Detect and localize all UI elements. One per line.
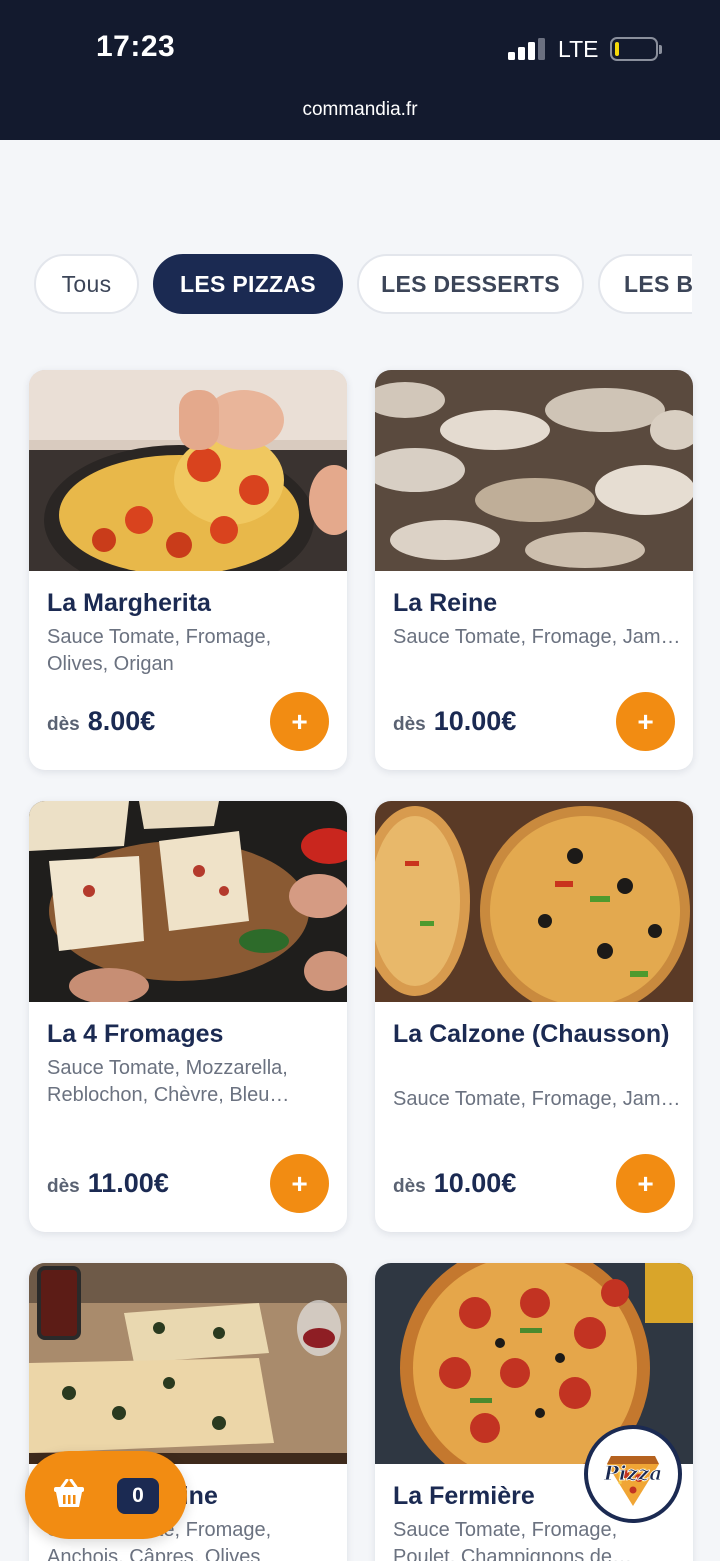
- product-name: La 4 Fromages: [47, 1020, 224, 1048]
- product-name: La Reine: [393, 589, 498, 617]
- product-price: dès 10.00€: [393, 706, 516, 737]
- product-price: dès 8.00€: [47, 706, 155, 737]
- add-to-cart-button[interactable]: +: [616, 692, 675, 751]
- signal-icon: [508, 38, 545, 60]
- add-to-cart-button[interactable]: +: [616, 1154, 675, 1213]
- add-to-cart-button[interactable]: +: [270, 1154, 329, 1213]
- cart-button[interactable]: 0: [25, 1451, 187, 1539]
- price-value: 8.00€: [87, 706, 156, 736]
- add-to-cart-button[interactable]: +: [270, 692, 329, 751]
- product-name: La Calzone (Chausson): [393, 1020, 670, 1048]
- price-prefix: dès: [47, 714, 80, 735]
- product-card[interactable]: La Margherita Sauce Tomate, Fromage, Oli…: [29, 370, 347, 770]
- tab-boissons[interactable]: LES B: [598, 254, 692, 314]
- price-prefix: dès: [47, 1176, 80, 1197]
- status-bar: 17:23 LTE commandia.fr: [0, 0, 720, 140]
- product-description: Sauce Tomate, Fromage, Poulet, Champigno…: [393, 1519, 633, 1561]
- price-prefix: dès: [393, 1176, 426, 1197]
- restaurant-logo[interactable]: Pizza: [584, 1425, 682, 1523]
- url-bar[interactable]: commandia.fr: [0, 99, 720, 121]
- price-value: 11.00€: [87, 1168, 169, 1198]
- product-image: [29, 370, 347, 571]
- product-card[interactable]: La Calzone (Chausson) Sauce Tomate, From…: [375, 801, 693, 1232]
- product-image: [375, 370, 693, 571]
- product-image: [375, 801, 693, 1002]
- product-price: dès 11.00€: [47, 1168, 169, 1199]
- product-card[interactable]: La 4 Fromages Sauce Tomate, Mozzarella, …: [29, 801, 347, 1232]
- cart-count-badge: 0: [117, 1478, 159, 1514]
- product-description: Sauce Tomate, Mozzarella, Reblochon, Chè…: [47, 1057, 290, 1106]
- product-image: [29, 801, 347, 1002]
- clock: 17:23: [96, 30, 176, 63]
- product-name: La Margherita: [47, 589, 211, 617]
- logo-text: Pizza: [603, 1461, 662, 1485]
- tab-pizzas[interactable]: LES PIZZAS: [153, 254, 343, 314]
- tab-all[interactable]: Tous: [34, 254, 139, 314]
- price-value: 10.00€: [433, 1168, 517, 1198]
- category-tabs: Tous LES PIZZAS LES DESSERTS LES B: [0, 254, 692, 316]
- network-label: LTE: [558, 36, 599, 62]
- product-description: Sauce Tomate, Fromage, Jambon, Champigno…: [393, 1088, 683, 1110]
- product-description: Sauce Tomate, Fromage, Olives, Origan: [47, 626, 272, 675]
- basket-icon: [54, 1479, 84, 1507]
- price-prefix: dès: [393, 714, 426, 735]
- tab-desserts[interactable]: LES DESSERTS: [357, 254, 584, 314]
- product-price: dès 10.00€: [393, 1168, 516, 1199]
- price-value: 10.00€: [433, 706, 517, 736]
- battery-icon: [610, 37, 662, 61]
- product-description: Sauce Tomate, Fromage, Jambon, Champigno…: [393, 626, 683, 648]
- pizza-logo-icon: Pizza: [602, 1456, 663, 1506]
- product-image: [29, 1263, 347, 1464]
- product-card[interactable]: La Reine Sauce Tomate, Fromage, Jambon, …: [375, 370, 693, 770]
